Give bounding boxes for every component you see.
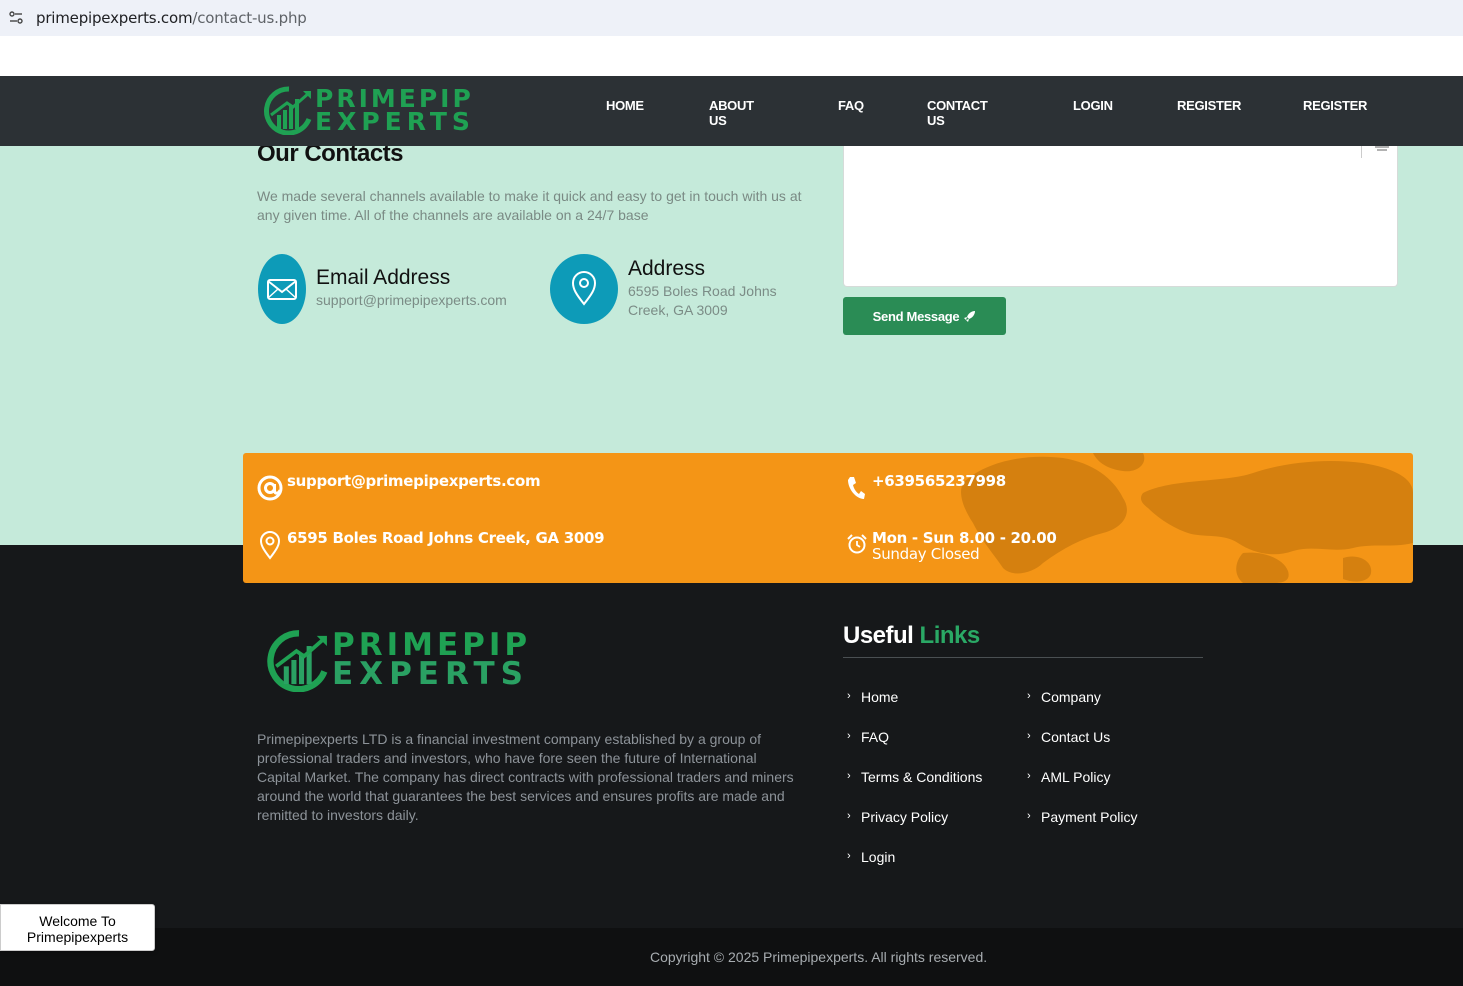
rocket-icon	[964, 310, 976, 322]
url-host: primepipexperts.com	[36, 9, 193, 27]
browser-address-bar[interactable]: primepipexperts.com/contact-us.php	[0, 0, 1463, 36]
footer-link-label: Privacy Policy	[861, 809, 949, 825]
welcome-widget[interactable]: Welcome To Primepipexperts	[0, 904, 155, 951]
map-pin-icon	[259, 531, 281, 560]
nav-home[interactable]: HOME	[606, 98, 644, 113]
chevron-right-icon: ›	[1027, 690, 1031, 702]
footer-link-payment[interactable]: › Payment Policy	[1027, 809, 1138, 825]
nav-faq[interactable]: FAQ	[838, 98, 864, 113]
logo-text: PRIMEPIP EXPERTS	[315, 86, 475, 134]
address-icon-circle	[550, 254, 618, 324]
footer-link-label: Home	[861, 689, 899, 705]
footer-link-label: Contact Us	[1041, 729, 1111, 745]
send-message-button[interactable]: Send Message	[843, 297, 1006, 335]
contacts-description: We made several channels available to ma…	[257, 188, 802, 223]
info-hours-note: Sunday Closed	[872, 545, 980, 563]
useful-links-divider	[843, 657, 1203, 658]
chevron-right-icon: ›	[847, 730, 851, 742]
info-email[interactable]: support@primepipexperts.com	[287, 472, 541, 490]
useful-links-title: Useful Links	[843, 622, 980, 650]
main-navbar: PRIMEPIP EXPERTS HOME ABOUT US FAQ CONTA…	[0, 76, 1463, 146]
nav-about-us[interactable]: ABOUT US	[709, 98, 754, 128]
footer-link-label: Company	[1041, 689, 1101, 705]
chevron-right-icon: ›	[1027, 810, 1031, 822]
copyright-text: Copyright © 2025 Primepipexperts. All ri…	[650, 949, 988, 965]
footer-logo-line2: EXPERTS	[332, 656, 529, 692]
welcome-line1: Welcome To	[39, 913, 116, 929]
useful-word: Useful	[843, 622, 914, 649]
textarea-divider	[1361, 146, 1362, 158]
envelope-icon	[267, 279, 297, 300]
footer-link-home[interactable]: › Home	[847, 689, 899, 705]
chevron-right-icon: ›	[1027, 770, 1031, 782]
footer-link-label: FAQ	[861, 729, 890, 745]
nav-register-2[interactable]: REGISTER	[1303, 98, 1367, 113]
url-path: /contact-us.php	[192, 9, 307, 27]
logo-chart-icon	[267, 630, 328, 692]
footer-link-faq[interactable]: › FAQ	[847, 729, 890, 745]
send-message-label: Send Message	[872, 308, 960, 324]
links-word: Links	[919, 622, 981, 649]
email-icon-circle	[258, 254, 306, 324]
footer-logo-text: PRIMEPIP EXPERTS	[332, 630, 531, 690]
logo-chart-icon	[264, 86, 312, 135]
footer-link-label: AML Policy	[1041, 769, 1111, 785]
nav-login[interactable]: LOGIN	[1073, 98, 1113, 113]
logo-line2: EXPERTS	[315, 107, 475, 136]
phone-icon	[848, 477, 865, 499]
chevron-right-icon: ›	[1027, 730, 1031, 742]
alarm-clock-icon	[847, 534, 867, 554]
email-title: Email Address	[316, 266, 451, 289]
at-sign-icon	[257, 475, 283, 501]
footer-about-text: Primepipexperts LTD is a financial inves…	[257, 731, 794, 823]
email-value: support@primepipexperts.com	[316, 292, 507, 308]
footer-link-terms[interactable]: › Terms & Conditions	[847, 769, 983, 785]
nav-contact-us[interactable]: CONTACT US	[927, 98, 988, 128]
nav-register[interactable]: REGISTER	[1177, 98, 1241, 113]
copyright-bar: Copyright © 2025 Primepipexperts. All ri…	[0, 928, 1463, 986]
site-settings-icon[interactable]	[8, 10, 24, 26]
contact-info-bar: support@primepipexperts.com +63956523799…	[243, 453, 1413, 583]
resize-grip-icon[interactable]	[1375, 146, 1389, 152]
footer-logo[interactable]: PRIMEPIP EXPERTS	[266, 628, 531, 692]
footer-link-label: Login	[861, 849, 896, 865]
brand-logo[interactable]: PRIMEPIP EXPERTS	[263, 85, 475, 135]
chevron-right-icon: ›	[847, 690, 851, 702]
footer-link-label: Payment Policy	[1041, 809, 1138, 825]
footer-link-label: Terms & Conditions	[861, 769, 983, 785]
address-title: Address	[628, 257, 706, 280]
url-text[interactable]: primepipexperts.com/contact-us.php	[36, 9, 307, 27]
footer-link-contact-us[interactable]: › Contact Us	[1027, 729, 1111, 745]
info-address: 6595 Boles Road Johns Creek, GA 3009	[287, 529, 605, 547]
map-pin-icon	[571, 271, 597, 306]
footer-link-login[interactable]: › Login	[847, 849, 896, 865]
footer-link-aml[interactable]: › AML Policy	[1027, 769, 1111, 785]
welcome-line2: Primepipexperts	[26, 929, 129, 945]
address-value: 6595 Boles Road Johns Creek, GA 3009	[628, 283, 777, 318]
chevron-right-icon: ›	[847, 850, 851, 862]
chevron-right-icon: ›	[847, 770, 851, 782]
info-phone[interactable]: +639565237998	[872, 472, 1006, 490]
footer-link-privacy[interactable]: › Privacy Policy	[847, 809, 949, 825]
footer-link-company[interactable]: › Company	[1027, 689, 1101, 705]
message-textarea[interactable]	[843, 146, 1398, 287]
chevron-right-icon: ›	[847, 810, 851, 822]
